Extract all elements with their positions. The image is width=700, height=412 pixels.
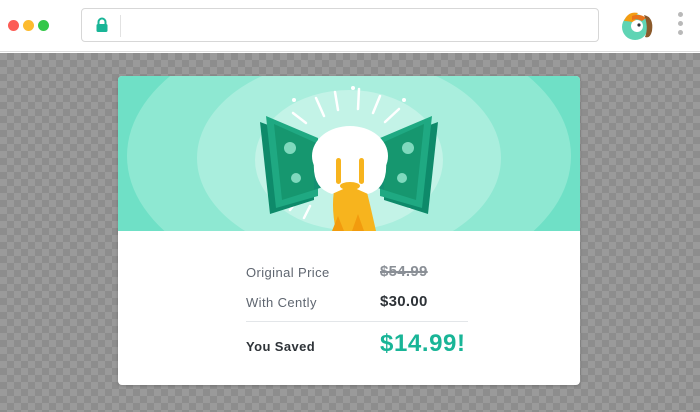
original-price-value: $54.99 bbox=[380, 263, 428, 280]
window-zoom-button[interactable] bbox=[38, 20, 49, 31]
window-minimize-button[interactable] bbox=[23, 20, 34, 31]
cently-price-value: $30.00 bbox=[380, 293, 428, 310]
you-saved-label: You Saved bbox=[246, 339, 316, 354]
cently-extension-icon[interactable] bbox=[620, 9, 654, 43]
hero-banner bbox=[118, 76, 580, 231]
original-price-label: Original Price bbox=[246, 265, 330, 280]
address-bar[interactable] bbox=[81, 8, 599, 42]
cently-price-label: With Cently bbox=[246, 295, 317, 310]
lock-icon bbox=[94, 17, 110, 33]
savings-divider bbox=[246, 321, 468, 322]
address-bar-separator bbox=[120, 15, 121, 37]
you-saved-value: $14.99! bbox=[380, 330, 466, 357]
browser-titlebar bbox=[0, 0, 700, 52]
kebab-menu-icon[interactable] bbox=[676, 12, 684, 40]
savings-card: Original Price $54.99 With Cently $30.00… bbox=[118, 76, 580, 385]
window-close-button[interactable] bbox=[8, 20, 19, 31]
money-bowtie-mascot-illustration bbox=[118, 76, 580, 231]
